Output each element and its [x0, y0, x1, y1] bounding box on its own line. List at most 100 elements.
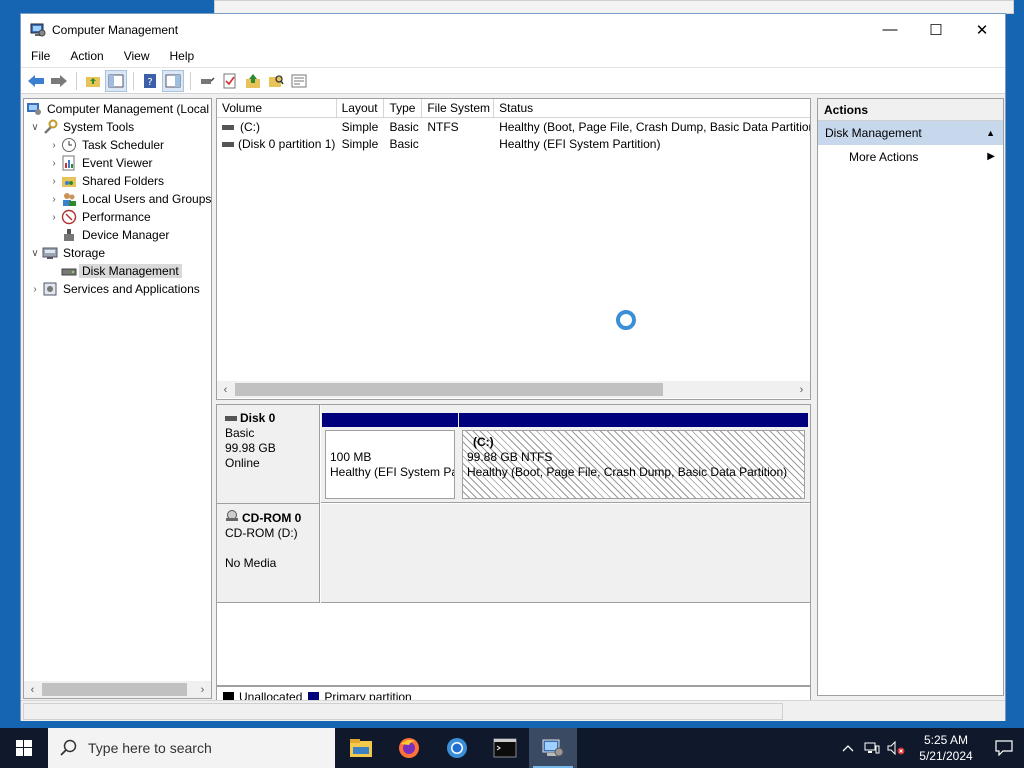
taskbar-firefox[interactable] [385, 728, 433, 768]
performance-icon [61, 209, 77, 225]
partition-bar [459, 413, 808, 427]
status-panel [23, 703, 783, 720]
folder-search-icon [269, 74, 284, 87]
terminal-icon [493, 738, 517, 758]
system-tray: 5:25 AM 5/21/2024 [836, 728, 1024, 768]
chevron-right-icon[interactable]: › [28, 284, 42, 295]
title-bar: Computer Management — ☐ ✕ [21, 14, 1005, 45]
tree-services-applications[interactable]: › Services and Applications [28, 280, 199, 298]
chevron-right-icon[interactable]: › [47, 158, 61, 169]
taskbar-chrome[interactable] [433, 728, 481, 768]
chevron-down-icon[interactable]: ∨ [28, 248, 42, 259]
taskbar: Type here to search 5:25 AM 5/21/2024 [0, 728, 1024, 768]
computer-management-icon [30, 23, 46, 36]
chevron-right-icon[interactable]: › [47, 176, 61, 187]
checklist-icon [223, 73, 236, 88]
close-button[interactable]: ✕ [959, 14, 1005, 45]
search-icon [60, 739, 77, 756]
cdrom-media: No Media [225, 556, 277, 570]
menu-help[interactable]: Help [160, 49, 205, 63]
menu-action[interactable]: Action [60, 49, 113, 63]
column-type[interactable]: Type [384, 99, 423, 118]
tree-system-tools[interactable]: ∨ System Tools [28, 118, 134, 136]
checklist-button[interactable] [219, 70, 241, 92]
actions-section-disk-management[interactable]: Disk Management ▲ [818, 121, 1003, 145]
tree-performance[interactable]: › Performance [47, 208, 151, 226]
tree-device-manager[interactable]: Device Manager [61, 226, 169, 244]
scroll-right-icon[interactable]: › [793, 381, 810, 398]
menu-file[interactable]: File [21, 49, 60, 63]
volume-horizontal-scrollbar[interactable]: ‹ › [217, 381, 810, 398]
collapse-up-icon[interactable]: ▲ [986, 121, 995, 145]
tree-storage[interactable]: ∨ Storage [28, 244, 105, 262]
storage-icon [42, 245, 58, 261]
tree-local-users[interactable]: › Local Users and Groups [47, 190, 211, 208]
partition-bar [322, 413, 458, 427]
maximize-button[interactable]: ☐ [913, 14, 959, 45]
disk-state: Online [225, 456, 260, 470]
scroll-left-icon[interactable]: ‹ [24, 681, 41, 698]
action-pane-icon [165, 74, 181, 87]
tree-horizontal-scrollbar[interactable]: ‹ › [24, 681, 211, 698]
column-layout[interactable]: Layout [337, 99, 385, 118]
scrollbar-thumb[interactable] [235, 383, 663, 396]
up-one-level-button[interactable] [82, 70, 104, 92]
taskbar-computer-management[interactable] [529, 728, 577, 768]
move-up-button[interactable] [242, 70, 264, 92]
tree-task-scheduler[interactable]: › Task Scheduler [47, 136, 164, 154]
forward-button[interactable] [48, 70, 70, 92]
firefox-icon [399, 738, 419, 758]
clock-date: 5/21/2024 [919, 749, 973, 763]
tree-event-viewer[interactable]: › Event Viewer [47, 154, 152, 172]
volume-drive-icon [222, 125, 234, 130]
taskbar-clock[interactable]: 5:25 AM 5/21/2024 [908, 732, 984, 764]
chevron-right-icon[interactable]: › [47, 140, 61, 151]
scroll-left-icon[interactable]: ‹ [217, 381, 234, 398]
taskbar-file-explorer[interactable] [337, 728, 385, 768]
tray-overflow-chevron-icon[interactable] [836, 744, 860, 752]
notification-icon [995, 740, 1013, 756]
show-hide-console-tree-button[interactable] [105, 69, 127, 92]
tree-root[interactable]: Computer Management (Local [26, 100, 209, 118]
drive-connect-icon [201, 76, 215, 84]
notifications-button[interactable] [984, 740, 1024, 756]
toolbar-separator [190, 71, 191, 90]
volume-row[interactable]: (C:) Simple Basic NTFS Healthy (Boot, Pa… [217, 119, 810, 136]
volume-row[interactable]: (Disk 0 partition 1) Simple Basic Health… [217, 136, 810, 153]
chevron-down-icon[interactable]: ∨ [28, 122, 42, 133]
folder-arrow-up-icon [246, 73, 260, 88]
help-button[interactable]: ? [139, 70, 161, 92]
column-volume[interactable]: Volume [217, 99, 337, 118]
chevron-right-icon[interactable]: › [47, 194, 61, 205]
start-button[interactable] [0, 728, 48, 768]
chevron-right-icon[interactable]: › [47, 212, 61, 223]
show-hide-action-pane-button[interactable] [162, 69, 184, 92]
more-actions-item[interactable]: More Actions ▶ [818, 145, 1003, 169]
toolbar: ? [21, 67, 1005, 94]
tree-shared-folders[interactable]: › Shared Folders [47, 172, 164, 190]
search-folder-button[interactable] [265, 70, 287, 92]
column-status[interactable]: Status [494, 99, 810, 118]
tree-disk-management[interactable]: Disk Management [61, 262, 182, 280]
forward-arrow-icon [51, 74, 67, 87]
properties-button[interactable] [288, 70, 310, 92]
scrollbar-thumb[interactable] [42, 683, 187, 696]
network-icon[interactable] [860, 741, 884, 755]
users-icon [61, 191, 77, 207]
taskbar-terminal[interactable] [481, 728, 529, 768]
volume-muted-icon[interactable] [884, 741, 908, 755]
disk-0-label[interactable]: Disk 0 Basic 99.98 GB Online [217, 405, 320, 504]
minimize-button[interactable]: — [867, 14, 913, 45]
scroll-right-icon[interactable]: › [194, 681, 211, 698]
back-button[interactable] [25, 70, 47, 92]
column-file-system[interactable]: File System [422, 99, 495, 118]
partition-efi[interactable]: 100 MB Healthy (EFI System Par [322, 413, 458, 499]
partition-box: 100 MB Healthy (EFI System Par [325, 430, 455, 499]
cdrom-0-label[interactable]: CD-ROM 0 CD-ROM (D:) No Media [217, 504, 320, 603]
disk-icon [225, 416, 237, 421]
partition-c[interactable]: (C:) 99.88 GB NTFS Healthy (Boot, Page F… [459, 413, 808, 499]
taskbar-search-box[interactable]: Type here to search [48, 728, 335, 768]
menu-view[interactable]: View [114, 49, 160, 63]
actions-header: Actions [818, 99, 1003, 121]
connect-drive-button[interactable] [196, 70, 218, 92]
